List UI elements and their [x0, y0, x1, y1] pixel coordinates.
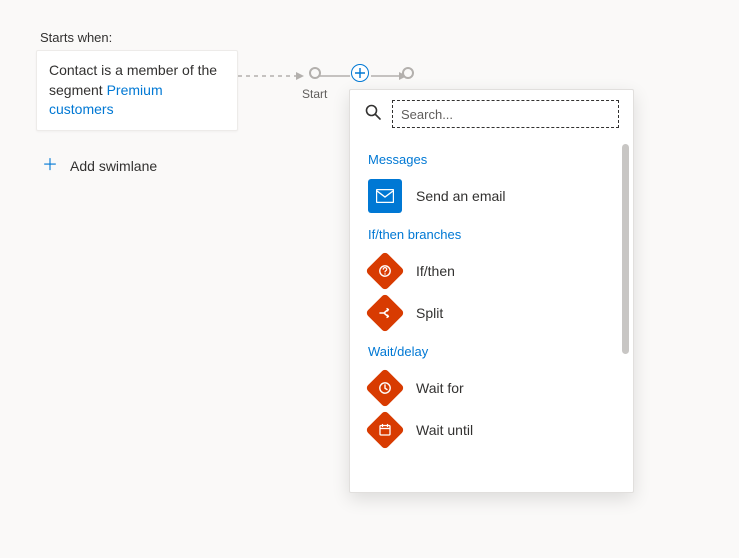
action-label: Wait for [416, 380, 464, 396]
end-node[interactable] [402, 67, 414, 79]
mail-icon [368, 179, 402, 213]
entry-audience-card[interactable]: Contact is a member of the segment Premi… [36, 50, 238, 131]
start-node-circle [309, 67, 321, 79]
add-swimlane-button[interactable]: ＋ Add swimlane [42, 158, 157, 174]
add-step-button[interactable] [351, 64, 369, 82]
action-label: If/then [416, 263, 455, 279]
question-icon [365, 251, 405, 291]
action-split[interactable]: Split [350, 292, 633, 334]
plus-icon: ＋ [42, 158, 58, 174]
action-send-email[interactable]: Send an email [350, 175, 633, 217]
section-branches-label: If/then branches [350, 217, 633, 250]
scrollbar[interactable] [622, 144, 629, 354]
action-label: Split [416, 305, 443, 321]
section-wait-label: Wait/delay [350, 334, 633, 367]
start-node[interactable]: Start [302, 67, 327, 101]
journey-canvas: Starts when: Contact is a member of the … [0, 0, 739, 558]
action-label: Wait until [416, 422, 473, 438]
add-swimlane-label: Add swimlane [70, 158, 157, 174]
calendar-icon [365, 410, 405, 450]
split-icon [365, 293, 405, 333]
clock-icon [365, 368, 405, 408]
search-row [350, 90, 633, 136]
starts-when-label: Starts when: [40, 30, 112, 45]
search-icon [364, 103, 382, 126]
action-wait-for[interactable]: Wait for [350, 367, 633, 409]
action-wait-until[interactable]: Wait until [350, 409, 633, 451]
start-node-label: Start [302, 87, 327, 101]
action-if-then[interactable]: If/then [350, 250, 633, 292]
action-picker-popup: Messages Send an email If/then branches … [349, 89, 634, 493]
action-label: Send an email [416, 188, 506, 204]
search-input[interactable] [392, 100, 619, 128]
action-list: Messages Send an email If/then branches … [350, 136, 633, 492]
section-messages-label: Messages [350, 142, 633, 175]
plus-icon [355, 68, 365, 78]
